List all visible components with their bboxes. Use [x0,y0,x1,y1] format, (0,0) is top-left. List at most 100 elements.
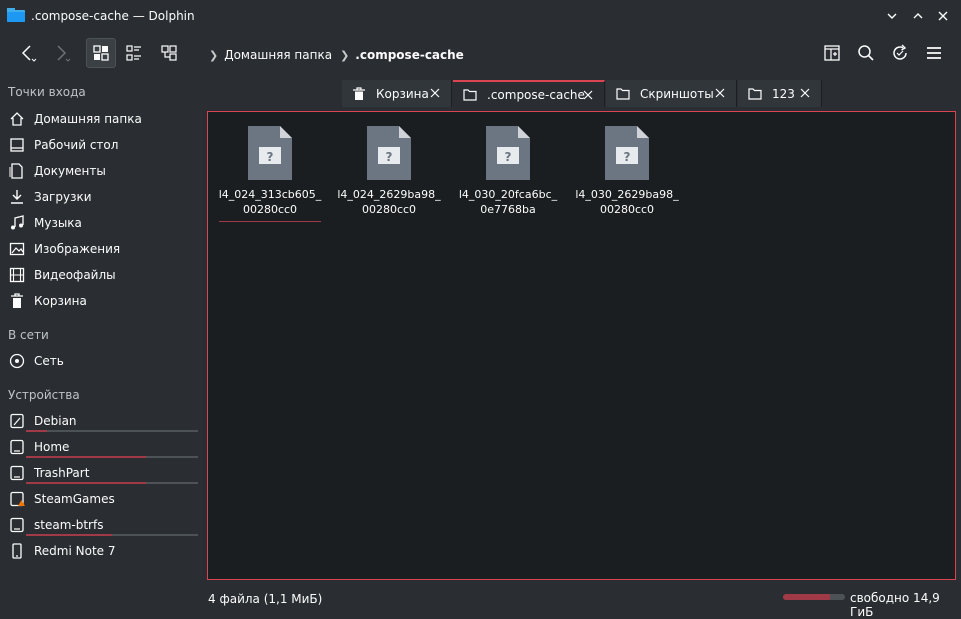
details-view-button[interactable] [154,38,184,68]
sidebar-item-label: Redmi Note 7 [34,544,116,558]
file-view[interactable]: ? l4_024_313cb605_ 00280cc0 ? l4_024_2629… [207,111,956,580]
file-item[interactable]: ? l4_024_313cb605_ 00280cc0 [218,124,322,234]
hamburger-menu-icon [927,47,941,59]
unknown-file-icon: ? [367,126,411,180]
drive-icon [8,464,26,482]
drive-warning-icon [8,490,26,508]
trash-icon [352,86,366,101]
chevron-down-icon [887,13,897,19]
close-tab-icon[interactable] [428,86,442,100]
file-item[interactable]: ? l4_024_2629ba98_ 00280cc0 [337,124,441,234]
sidebar-item-label: Изображения [34,242,121,256]
free-space-bar[interactable] [783,594,845,600]
downloads-icon [8,188,26,206]
details-view-icon [161,45,177,61]
sidebar-item-redmi-note-7[interactable]: Redmi Note 7 [8,539,200,563]
compact-view-button[interactable] [119,38,149,68]
sidebar-item-desktop[interactable]: Рабочий стол [8,133,200,157]
sidebar-item-label: Корзина [34,294,87,308]
tab-label: Скриншоты [640,86,714,101]
maximize-button[interactable] [908,6,928,26]
status-summary: 4 файла (1,1 МиБ) [208,592,323,606]
search-icon [858,45,874,61]
debian-capacity-bar [26,430,198,432]
file-name: l4_030_2629ba98_ 00280cc0 [575,188,679,216]
unknown-file-icon: ? [486,126,530,180]
icons-view-icon [93,45,109,61]
tab-trash[interactable]: Корзина [342,80,452,107]
sidebar-item-trash[interactable]: Корзина [8,289,200,313]
sidebar-item-music[interactable]: Музыка [8,211,200,235]
split-view-button[interactable] [817,38,847,68]
back-arrow-icon [21,45,37,62]
svg-text:?: ? [624,150,631,164]
selection-underline [219,221,321,222]
reload-button[interactable] [885,38,915,68]
sidebar-item-label: Видеофайлы [34,268,116,282]
trashpart-capacity-bar [26,482,198,484]
sidebar-item-pictures[interactable]: Изображения [8,237,200,261]
tab-bar: Корзина .compose-cache Скриншоты 123 [207,80,957,107]
sidebar-item-label: Home [34,440,70,454]
tab-compose-cache[interactable]: .compose-cache [453,80,605,107]
unknown-file-icon: ? [605,126,649,180]
sidebar-item-documents[interactable]: Документы [8,159,200,183]
status-bar: 4 файла (1,1 МиБ) [0,584,961,616]
close-tab-icon[interactable] [798,86,812,100]
file-item[interactable]: ? l4_030_20fca6bc_ 0e7768ba [456,124,560,234]
breadcrumb-separator-icon: ❯ [209,48,219,62]
steam-btrfs-capacity-bar [26,534,198,536]
close-tab-icon[interactable] [581,88,595,102]
folder-icon [748,87,762,101]
drive-icon [8,516,26,534]
folder-app-icon [7,8,25,22]
capacity-fill [26,534,112,536]
close-tab-icon[interactable] [713,86,727,100]
network-icon [8,352,26,370]
sidebar-item-downloads[interactable]: Загрузки [8,185,200,209]
sidebar-item-label: Сеть [34,354,64,368]
music-icon [8,214,26,232]
capacity-fill [26,456,147,458]
breadcrumb-separator-icon: ❯ [340,48,350,62]
window-menu-button[interactable] [882,6,902,26]
forward-button[interactable] [46,38,76,68]
documents-icon [8,162,26,180]
reload-icon [893,44,907,60]
search-button[interactable] [851,38,881,68]
folder-icon [616,87,630,101]
sidebar-item-steamgames[interactable]: SteamGames [8,487,200,511]
back-button[interactable] [12,38,42,68]
breadcrumb-home[interactable]: Домашняя папка [224,48,332,62]
network-section-title: В сети [8,328,49,342]
breadcrumb-current[interactable]: .compose-cache [355,48,464,62]
compact-view-icon [126,45,141,61]
window-title: .compose-cache — Dolphin [31,9,195,23]
tab-123[interactable]: 123 [738,80,822,107]
title-bar: .compose-cache — Dolphin [0,0,961,32]
hamburger-menu-button[interactable] [919,38,949,68]
sidebar-item-videos[interactable]: Видеофайлы [8,263,200,287]
sidebar-item-label: Рабочий стол [34,138,119,152]
sidebar-item-network[interactable]: Сеть [8,349,200,373]
desktop-icon [8,136,26,154]
file-name: l4_024_2629ba98_ 00280cc0 [337,188,441,216]
home-icon [8,110,26,128]
devices-section-title: Устройства [8,388,80,402]
free-space-label[interactable]: свободно 14,9 ГиБ [850,591,961,619]
icons-view-button[interactable] [86,38,116,68]
tab-label: .compose-cache [487,87,585,102]
chevron-up-icon [913,13,923,19]
close-window-button[interactable] [933,6,953,26]
tab-screenshots[interactable]: Скриншоты [606,80,737,107]
sidebar-item-label: Домашняя папка [34,112,142,126]
svg-text:?: ? [386,150,393,164]
sidebar-item-label: Музыка [34,216,82,230]
sidebar-item-label: SteamGames [34,492,115,506]
file-item[interactable]: ? l4_030_2629ba98_ 00280cc0 [575,124,679,234]
sidebar-item-home[interactable]: Домашняя папка [8,107,200,131]
close-icon [938,11,948,21]
toolbar: ❯ Домашняя папка ❯ .compose-cache [0,32,961,76]
split-view-icon [824,45,840,61]
space-used-fill [783,594,830,600]
